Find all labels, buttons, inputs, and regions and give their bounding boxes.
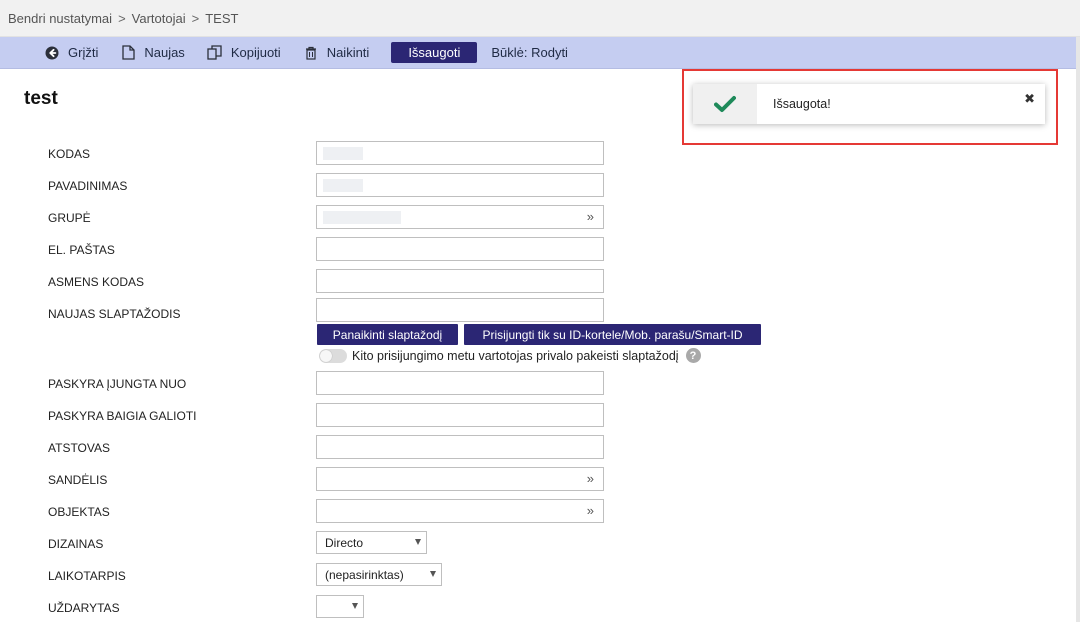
double-chevron-right-icon[interactable]: » — [587, 503, 594, 518]
id-login-only-button[interactable]: Prisijungti tik su ID-kortele/Mob. paraš… — [464, 324, 761, 345]
label-new-password: NAUJAS SLAPTAŽODIS — [48, 307, 181, 321]
copy-label: Kopijuoti — [230, 45, 281, 60]
closed-select[interactable] — [316, 595, 364, 618]
arrow-left-circle-icon — [44, 45, 60, 61]
checkmark-icon — [693, 84, 757, 124]
scrollbar[interactable] — [1076, 37, 1080, 622]
caret-down-icon — [415, 539, 421, 545]
label-warehouse: SANDĖLIS — [48, 473, 108, 487]
pavadinimas-input[interactable] — [316, 173, 604, 197]
redacted-value — [323, 179, 363, 192]
breadcrumb-item-settings[interactable]: Bendri nustatymai — [8, 11, 112, 26]
delete-button[interactable]: Naikinti — [303, 45, 370, 61]
personal-code-input[interactable] — [316, 269, 604, 293]
new-document-icon — [120, 45, 136, 61]
representative-input[interactable] — [316, 435, 604, 459]
back-button[interactable]: Grįžti — [44, 45, 98, 61]
kodas-input[interactable] — [316, 141, 604, 165]
label-account-enabled-from: PASKYRA ĮJUNGTA NUO — [48, 377, 187, 391]
close-icon[interactable]: ✖ — [1024, 91, 1035, 107]
account-enabled-from-input[interactable] — [316, 371, 604, 395]
new-label: Naujas — [144, 45, 185, 60]
copy-icon — [207, 45, 223, 61]
back-label: Grįžti — [68, 45, 99, 60]
breadcrumb: Bendri nustatymai > Vartotojai > TEST — [0, 0, 1080, 37]
label-period: LAIKOTARPIS — [48, 569, 126, 583]
notification-message: Išsaugota! — [773, 97, 831, 111]
caret-down-icon — [430, 571, 436, 577]
state-indicator: Būklė: Rodyti — [491, 45, 568, 60]
label-design: DIZAINAS — [48, 537, 104, 551]
caret-down-icon — [352, 603, 358, 609]
label-email: EL. PAŠTAS — [48, 243, 115, 257]
breadcrumb-item-users[interactable]: Vartotojai — [132, 11, 186, 26]
force-password-change-label: Kito prisijungimo metu vartotojas prival… — [352, 348, 679, 363]
copy-button[interactable]: Kopijuoti — [207, 45, 281, 61]
toolbar: Grįžti Naujas Kopijuoti Naikinti Išsaugo… — [0, 37, 1080, 69]
page-title: test — [24, 88, 58, 109]
new-password-input[interactable] — [316, 298, 604, 322]
period-select-value: (nepasirinktas) — [325, 567, 404, 582]
double-chevron-right-icon[interactable]: » — [587, 209, 594, 224]
design-select[interactable]: Directo — [316, 531, 427, 554]
force-password-change-row: Kito prisijungimo metu vartotojas prival… — [319, 348, 701, 363]
trash-icon — [303, 45, 319, 61]
design-select-value: Directo — [325, 535, 364, 550]
account-expires-input[interactable] — [316, 403, 604, 427]
label-personal-code: ASMENS KODAS — [48, 275, 145, 289]
label-account-expires: PASKYRA BAIGIA GALIOTI — [48, 409, 197, 423]
double-chevron-right-icon[interactable]: » — [587, 471, 594, 486]
label-object: OBJEKTAS — [48, 505, 110, 519]
breadcrumb-separator: > — [191, 10, 200, 26]
label-pavadinimas: PAVADINIMAS — [48, 179, 128, 193]
grupe-picker[interactable]: » — [316, 205, 604, 229]
saved-notification: Išsaugota! ✖ — [693, 84, 1045, 124]
object-picker[interactable]: » — [316, 499, 604, 523]
email-input[interactable] — [316, 237, 604, 261]
delete-label: Naikinti — [326, 45, 370, 60]
save-button[interactable]: Išsaugoti — [391, 42, 478, 63]
label-grupe: GRUPĖ — [48, 211, 91, 225]
label-kodas: KODAS — [48, 147, 91, 161]
redacted-value — [323, 211, 401, 224]
breadcrumb-item-current: TEST — [205, 10, 239, 26]
new-button[interactable]: Naujas — [120, 45, 185, 61]
redacted-value — [323, 147, 363, 160]
label-closed: UŽDARYTAS — [48, 601, 120, 615]
breadcrumb-separator: > — [118, 10, 126, 26]
force-password-change-toggle[interactable] — [319, 348, 347, 363]
help-icon[interactable]: ? — [685, 348, 701, 363]
label-representative: ATSTOVAS — [48, 441, 111, 455]
period-select[interactable]: (nepasirinktas) — [316, 563, 442, 586]
warehouse-picker[interactable]: » — [316, 467, 604, 491]
remove-password-button[interactable]: Panaikinti slaptažodį — [317, 324, 458, 345]
